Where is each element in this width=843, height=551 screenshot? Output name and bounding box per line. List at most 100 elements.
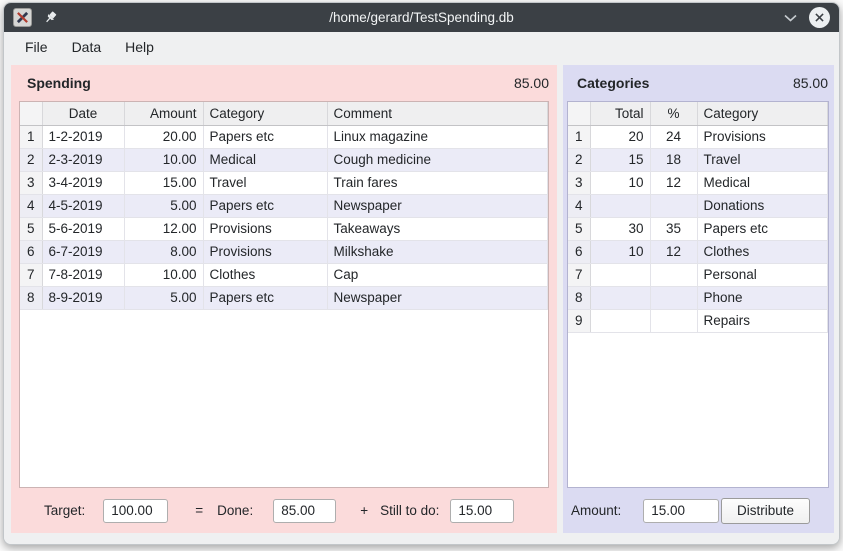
cell-percent[interactable]: 18 bbox=[650, 148, 697, 171]
cell-comment[interactable]: Cough medicine bbox=[327, 148, 548, 171]
titlebar[interactable]: /home/gerard/TestSpending.db bbox=[4, 3, 839, 32]
chevron-down-icon[interactable] bbox=[784, 9, 797, 27]
cell-date[interactable]: 7-8-2019 bbox=[42, 263, 124, 286]
menu-file[interactable]: File bbox=[13, 35, 60, 59]
cell-total[interactable] bbox=[590, 309, 650, 332]
cell-date[interactable]: 3-4-2019 bbox=[42, 171, 124, 194]
categories-row[interactable]: 1 20 24 Provisions bbox=[568, 125, 828, 148]
row-number[interactable]: 2 bbox=[20, 148, 42, 171]
cell-category[interactable]: Phone bbox=[697, 286, 828, 309]
amount-input[interactable] bbox=[643, 499, 719, 523]
cell-category[interactable]: Clothes bbox=[203, 263, 327, 286]
cell-category[interactable]: Provisions bbox=[203, 240, 327, 263]
cell-category[interactable]: Personal bbox=[697, 263, 828, 286]
cell-amount[interactable]: 5.00 bbox=[124, 286, 203, 309]
cell-category[interactable]: Papers etc bbox=[203, 286, 327, 309]
categories-row[interactable]: 8 Phone bbox=[568, 286, 828, 309]
cell-total[interactable]: 10 bbox=[590, 240, 650, 263]
spending-row[interactable]: 2 2-3-2019 10.00 Medical Cough medicine bbox=[20, 148, 548, 171]
cell-date[interactable]: 2-3-2019 bbox=[42, 148, 124, 171]
cell-percent[interactable]: 35 bbox=[650, 217, 697, 240]
row-number[interactable]: 6 bbox=[20, 240, 42, 263]
row-number[interactable]: 4 bbox=[568, 194, 590, 217]
cell-category[interactable]: Papers etc bbox=[203, 194, 327, 217]
categories-row[interactable]: 5 30 35 Papers etc bbox=[568, 217, 828, 240]
target-input[interactable] bbox=[103, 499, 168, 523]
cell-category[interactable]: Provisions bbox=[203, 217, 327, 240]
cell-percent[interactable]: 12 bbox=[650, 171, 697, 194]
cell-total[interactable] bbox=[590, 194, 650, 217]
cell-percent[interactable] bbox=[650, 309, 697, 332]
cell-category[interactable]: Travel bbox=[697, 148, 828, 171]
cell-percent[interactable]: 12 bbox=[650, 240, 697, 263]
cell-category[interactable]: Travel bbox=[203, 171, 327, 194]
cell-total[interactable]: 15 bbox=[590, 148, 650, 171]
menu-data[interactable]: Data bbox=[60, 35, 114, 59]
pin-icon[interactable] bbox=[43, 10, 58, 25]
cell-amount[interactable]: 20.00 bbox=[124, 125, 203, 148]
cell-total[interactable]: 30 bbox=[590, 217, 650, 240]
categories-row[interactable]: 3 10 12 Medical bbox=[568, 171, 828, 194]
row-number[interactable]: 3 bbox=[20, 171, 42, 194]
cell-category[interactable]: Clothes bbox=[697, 240, 828, 263]
cell-amount[interactable]: 10.00 bbox=[124, 148, 203, 171]
cell-total[interactable]: 20 bbox=[590, 125, 650, 148]
spending-row[interactable]: 3 3-4-2019 15.00 Travel Train fares bbox=[20, 171, 548, 194]
cell-comment[interactable]: Linux magazine bbox=[327, 125, 548, 148]
cell-percent[interactable] bbox=[650, 263, 697, 286]
row-number[interactable]: 7 bbox=[20, 263, 42, 286]
close-button[interactable] bbox=[809, 7, 830, 28]
cell-comment[interactable]: Cap bbox=[327, 263, 548, 286]
row-number[interactable]: 9 bbox=[568, 309, 590, 332]
cell-category[interactable]: Medical bbox=[697, 171, 828, 194]
cell-percent[interactable] bbox=[650, 194, 697, 217]
row-number[interactable]: 6 bbox=[568, 240, 590, 263]
row-number[interactable]: 4 bbox=[20, 194, 42, 217]
categories-row[interactable]: 4 Donations bbox=[568, 194, 828, 217]
cell-category[interactable]: Papers etc bbox=[697, 217, 828, 240]
spending-row[interactable]: 5 5-6-2019 12.00 Provisions Takeaways bbox=[20, 217, 548, 240]
cell-category[interactable]: Papers etc bbox=[203, 125, 327, 148]
spending-row[interactable]: 8 8-9-2019 5.00 Papers etc Newspaper bbox=[20, 286, 548, 309]
categories-row[interactable]: 7 Personal bbox=[568, 263, 828, 286]
cell-percent[interactable] bbox=[650, 286, 697, 309]
row-number[interactable]: 5 bbox=[568, 217, 590, 240]
cell-date[interactable]: 8-9-2019 bbox=[42, 286, 124, 309]
cell-amount[interactable]: 8.00 bbox=[124, 240, 203, 263]
done-input[interactable] bbox=[273, 499, 336, 523]
cell-category[interactable]: Repairs bbox=[697, 309, 828, 332]
row-number[interactable]: 2 bbox=[568, 148, 590, 171]
cell-amount[interactable]: 12.00 bbox=[124, 217, 203, 240]
app-icon[interactable] bbox=[13, 8, 32, 27]
cell-comment[interactable]: Newspaper bbox=[327, 286, 548, 309]
cell-amount[interactable]: 10.00 bbox=[124, 263, 203, 286]
still-to-do-input[interactable] bbox=[450, 499, 514, 523]
cell-comment[interactable]: Train fares bbox=[327, 171, 548, 194]
cell-comment[interactable]: Milkshake bbox=[327, 240, 548, 263]
cell-comment[interactable]: Newspaper bbox=[327, 194, 548, 217]
categories-row[interactable]: 2 15 18 Travel bbox=[568, 148, 828, 171]
distribute-button[interactable]: Distribute bbox=[721, 498, 810, 524]
cell-category[interactable]: Medical bbox=[203, 148, 327, 171]
row-number[interactable]: 1 bbox=[568, 125, 590, 148]
cell-comment[interactable]: Takeaways bbox=[327, 217, 548, 240]
row-number[interactable]: 7 bbox=[568, 263, 590, 286]
menu-help[interactable]: Help bbox=[113, 35, 166, 59]
row-number[interactable]: 8 bbox=[20, 286, 42, 309]
cell-date[interactable]: 1-2-2019 bbox=[42, 125, 124, 148]
row-number[interactable]: 1 bbox=[20, 125, 42, 148]
cell-category[interactable]: Donations bbox=[697, 194, 828, 217]
cell-date[interactable]: 6-7-2019 bbox=[42, 240, 124, 263]
spending-row[interactable]: 7 7-8-2019 10.00 Clothes Cap bbox=[20, 263, 548, 286]
row-number[interactable]: 5 bbox=[20, 217, 42, 240]
cell-total[interactable] bbox=[590, 286, 650, 309]
cell-amount[interactable]: 5.00 bbox=[124, 194, 203, 217]
cell-category[interactable]: Provisions bbox=[697, 125, 828, 148]
row-number[interactable]: 3 bbox=[568, 171, 590, 194]
spending-row[interactable]: 6 6-7-2019 8.00 Provisions Milkshake bbox=[20, 240, 548, 263]
cell-date[interactable]: 4-5-2019 bbox=[42, 194, 124, 217]
cell-date[interactable]: 5-6-2019 bbox=[42, 217, 124, 240]
cell-percent[interactable]: 24 bbox=[650, 125, 697, 148]
spending-row[interactable]: 4 4-5-2019 5.00 Papers etc Newspaper bbox=[20, 194, 548, 217]
spending-row[interactable]: 1 1-2-2019 20.00 Papers etc Linux magazi… bbox=[20, 125, 548, 148]
